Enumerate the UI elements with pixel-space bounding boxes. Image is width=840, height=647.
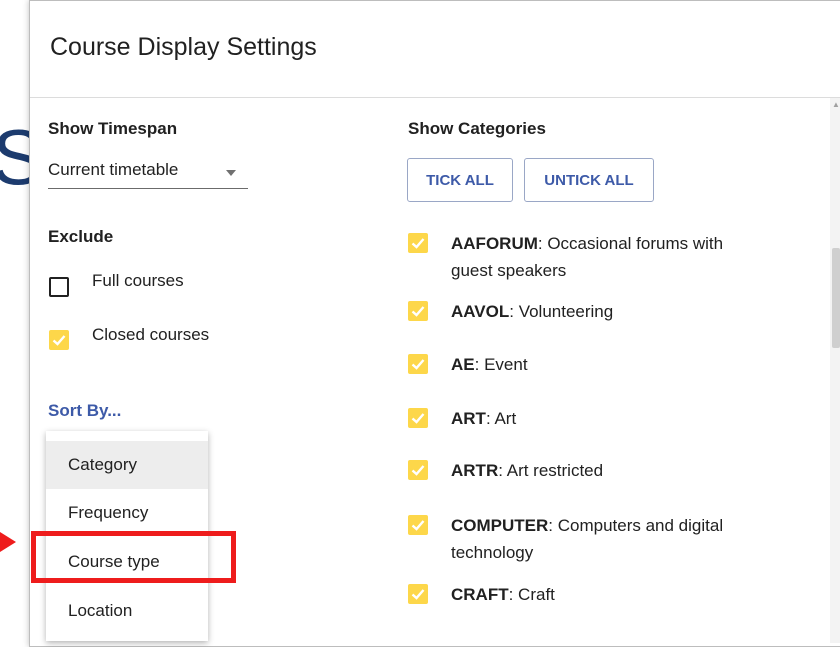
sort-by-dropdown-menu: Category Frequency Course type Location	[31, 431, 236, 641]
check-icon	[411, 465, 425, 476]
show-timespan-label: Show Timespan	[48, 119, 178, 138]
caret-down-icon	[226, 170, 236, 176]
scrollbar-thumb[interactable]	[832, 248, 840, 348]
category-text: ART: Art	[451, 405, 751, 432]
exclude-label: Exclude	[48, 227, 114, 246]
category-text: COMPUTER: Computers and digital technolo…	[451, 512, 751, 566]
full-courses-label: Full courses	[92, 271, 184, 290]
sort-option-frequency[interactable]: Frequency	[46, 489, 208, 537]
sort-option-label: Frequency	[68, 503, 149, 522]
category-checkbox[interactable]	[408, 233, 428, 253]
timespan-selected-value: Current timetable	[48, 160, 179, 179]
category-text: ARTR: Art restricted	[451, 457, 751, 484]
sort-option-label: Category	[68, 455, 137, 474]
course-display-settings-dialog: Course Display Settings ▲ Show Timespan …	[29, 0, 840, 647]
category-code: ART	[451, 409, 486, 428]
show-categories-label: Show Categories	[408, 119, 546, 138]
category-code: AE	[451, 355, 475, 374]
category-checkbox[interactable]	[408, 301, 428, 321]
untick-all-button[interactable]: UNTICK ALL	[524, 158, 654, 202]
category-text: CRAFT: Craft	[451, 581, 751, 608]
category-checkbox[interactable]	[408, 460, 428, 480]
category-description: : Art restricted	[498, 461, 604, 480]
category-text: AAVOL: Volunteering	[451, 298, 751, 325]
category-checkbox[interactable]	[408, 354, 428, 374]
check-icon	[411, 359, 425, 370]
sort-option-location[interactable]: Location	[46, 587, 208, 635]
category-description: : Craft	[508, 585, 555, 604]
sort-option-category[interactable]: Category	[46, 441, 208, 489]
category-description: : Event	[474, 355, 528, 374]
dialog-header: Course Display Settings	[30, 1, 840, 98]
sort-option-label: Location	[68, 601, 133, 620]
check-icon	[411, 413, 425, 424]
closed-courses-label: Closed courses	[92, 325, 210, 344]
category-code: CRAFT	[451, 585, 509, 604]
sort-by-label[interactable]: Sort By...	[48, 401, 121, 421]
timespan-select[interactable]: Current timetable	[48, 156, 248, 189]
closed-courses-checkbox[interactable]	[49, 330, 69, 350]
full-courses-checkbox[interactable]	[49, 277, 69, 297]
category-description: : Art	[485, 409, 517, 428]
category-description: : Volunteering	[509, 302, 614, 321]
check-icon	[411, 306, 425, 317]
category-code: AAFORUM	[451, 234, 538, 253]
tick-all-button[interactable]: TICK ALL	[407, 158, 513, 202]
category-text: AE: Event	[451, 351, 751, 378]
annotation-highlight-box	[31, 531, 236, 583]
vertical-scrollbar[interactable]: ▲	[830, 98, 840, 643]
check-icon	[411, 589, 425, 600]
category-code: ARTR	[451, 461, 499, 480]
category-checkbox[interactable]	[408, 408, 428, 428]
tick-all-label: TICK ALL	[426, 172, 494, 189]
untick-all-label: UNTICK ALL	[544, 172, 634, 189]
category-checkbox[interactable]	[408, 584, 428, 604]
check-icon	[52, 335, 66, 346]
category-text: AAFORUM: Occasional forums with guest sp…	[451, 230, 751, 284]
check-icon	[411, 238, 425, 249]
category-code: AAVOL	[451, 302, 510, 321]
check-icon	[411, 520, 425, 531]
annotation-arrow-icon	[0, 532, 16, 552]
category-code: COMPUTER	[451, 516, 549, 535]
scroll-up-arrow-icon[interactable]: ▲	[832, 100, 840, 109]
category-checkbox[interactable]	[408, 515, 428, 535]
dialog-title: Course Display Settings	[50, 33, 317, 61]
